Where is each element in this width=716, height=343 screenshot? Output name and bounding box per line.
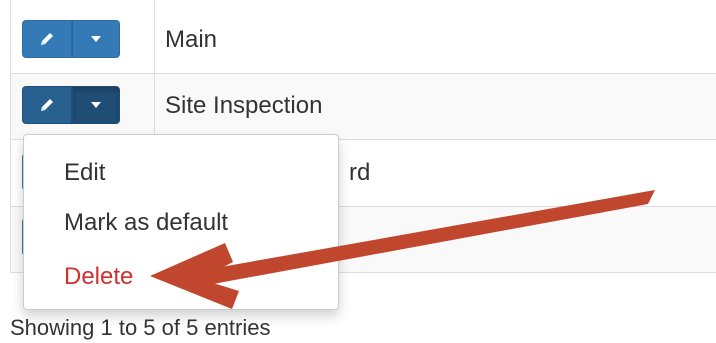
row-name: rd <box>349 159 371 186</box>
table-info-text: Showing 1 to 5 of 5 entries <box>10 315 271 340</box>
dropdown-toggle-button[interactable] <box>72 86 120 124</box>
edit-button[interactable] <box>22 20 72 58</box>
row-actions-button-group <box>22 86 120 124</box>
pencil-icon <box>41 99 53 111</box>
row-actions-dropdown-menu: Edit Mark as default Delete <box>23 134 339 310</box>
edit-button[interactable] <box>22 86 72 124</box>
dropdown-toggle-button[interactable] <box>72 20 120 58</box>
table-row: Main <box>11 0 716 74</box>
menu-item-edit[interactable]: Edit <box>64 159 105 187</box>
row-name: Site Inspection <box>165 92 323 119</box>
caret-down-icon <box>91 102 101 108</box>
row-actions-button-group <box>22 20 120 58</box>
caret-down-icon <box>91 36 101 42</box>
menu-item-mark-as-default[interactable]: Mark as default <box>64 209 228 237</box>
row-name: Main <box>165 26 218 53</box>
menu-item-delete[interactable]: Delete <box>64 263 133 291</box>
stage: Main Site Inspection rd Edit Mark as def… <box>0 0 716 343</box>
table-row: Site Inspection <box>11 74 716 140</box>
pencil-icon <box>41 33 53 45</box>
